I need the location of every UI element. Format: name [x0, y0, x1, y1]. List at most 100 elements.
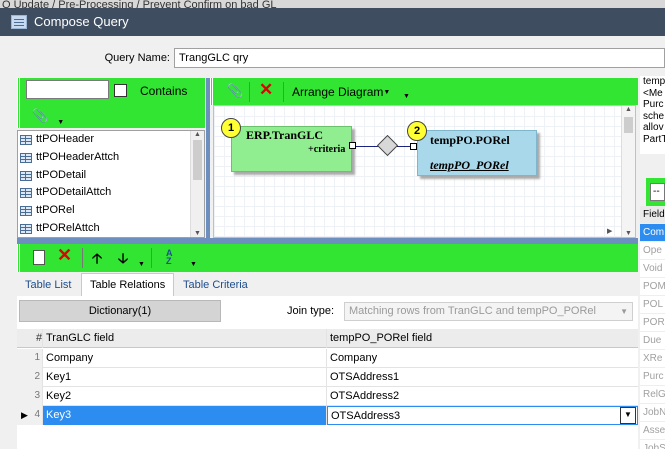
window-title: Compose Query: [34, 14, 129, 29]
field-list[interactable]: Field Com Ope Void POM POL POR Due XRe P…: [640, 206, 665, 449]
list-item[interactable]: XRe: [640, 350, 665, 368]
arrange-diagram-button[interactable]: Arrange Diagram▼: [292, 85, 390, 99]
scroll-right-icon[interactable]: ▶: [607, 227, 612, 235]
table-row[interactable]: 1 Company Company: [17, 349, 638, 368]
relations-grid[interactable]: # TranGLC field tempPO_PORel field 1 Com…: [17, 329, 638, 449]
chevron-down-icon[interactable]: ▼: [403, 93, 410, 100]
node-1-field[interactable]: +criteria: [308, 144, 345, 155]
description-line: <Me: [643, 87, 663, 99]
left-field-cell[interactable]: Key3: [43, 406, 327, 425]
scroll-up-icon[interactable]: ▲: [622, 106, 635, 113]
join-type-select[interactable]: Matching rows from TranGLC and tempPO_PO…: [344, 302, 633, 321]
list-item[interactable]: ttPOHeader: [18, 131, 204, 149]
tab-table-list[interactable]: Table List: [17, 274, 79, 296]
move-up-icon[interactable]: 🡡: [92, 248, 102, 272]
list-item[interactable]: POM: [640, 278, 665, 296]
description-line: allov: [643, 122, 664, 134]
list-item-label: ttPORelAttch: [36, 221, 100, 234]
toolbar-divider: [151, 248, 152, 268]
list-item[interactable]: ttPODetailAttch: [18, 184, 204, 202]
toolbar-divider: [82, 248, 83, 268]
chevron-down-icon[interactable]: ▼: [138, 261, 145, 268]
list-item-label: ttPOHeaderAttch: [36, 150, 120, 163]
row-number-header: #: [17, 329, 43, 348]
move-down-icon[interactable]: 🡣: [118, 248, 128, 272]
left-field-header[interactable]: TranGLC field: [43, 329, 327, 348]
toolbar-divider: [283, 82, 284, 102]
right-field-cell[interactable]: OTSAddress1: [327, 368, 638, 387]
list-item[interactable]: POR: [640, 314, 665, 332]
node-2-port[interactable]: [410, 143, 417, 150]
list-item[interactable]: JobS: [640, 440, 665, 449]
tab-table-criteria[interactable]: Table Criteria: [175, 274, 256, 296]
table-list[interactable]: ttPOHeader ttPOHeaderAttch ttPODetail tt…: [17, 130, 205, 238]
row-number: 1: [17, 349, 43, 368]
chevron-down-icon[interactable]: ▼: [620, 407, 636, 424]
left-field-cell[interactable]: Key2: [43, 387, 327, 406]
list-item-label: ttPODetailAttch: [36, 186, 112, 199]
table-list-scrollbar[interactable]: ▲ ▼: [190, 131, 204, 237]
list-item[interactable]: ttPORelAttch: [18, 220, 204, 237]
left-field-cell[interactable]: Company: [43, 349, 327, 368]
scrollbar-thumb[interactable]: [193, 140, 202, 180]
node-2-title: tempPO.PORel: [430, 133, 510, 147]
table-icon: [20, 188, 32, 199]
grid-header-row: # TranGLC field tempPO_PORel field: [17, 329, 638, 348]
scrollbar-thumb[interactable]: [624, 117, 633, 133]
join-type-value: Matching rows from TranGLC and tempPO_PO…: [349, 305, 596, 317]
query-window-icon: [11, 15, 27, 29]
list-item[interactable]: ttPODetail: [18, 167, 204, 185]
node-2-number-badge: 2: [407, 121, 427, 141]
table-search-input[interactable]: [26, 80, 109, 99]
delete-icon[interactable]: ✕: [57, 245, 72, 266]
list-item[interactable]: ttPORel: [18, 202, 204, 220]
diagram-vertical-scrollbar[interactable]: ▲ ▼: [621, 106, 635, 237]
row-number: ▶ 4: [17, 406, 43, 425]
table-row-selected[interactable]: ▶ 4 Key3 OTSAddress3 ▼: [17, 406, 638, 425]
new-document-icon[interactable]: [33, 250, 45, 265]
right-field-cell[interactable]: OTSAddress2: [327, 387, 638, 406]
list-item[interactable]: Com: [640, 224, 665, 242]
window-title-bar[interactable]: Compose Query: [0, 8, 665, 36]
left-field-cell[interactable]: Key1: [43, 368, 327, 387]
diagram-table-node-2[interactable]: tempPO.PORel tempPO_PORel: [417, 130, 537, 176]
right-field-header[interactable]: tempPO_PORel field: [327, 329, 638, 348]
query-name-input[interactable]: TrangGLC qry: [174, 48, 665, 68]
sort-az-icon[interactable]: AZ: [166, 249, 173, 266]
dictionary-button[interactable]: Dictionary(1): [19, 300, 221, 322]
list-item[interactable]: Ope: [640, 242, 665, 260]
list-item[interactable]: POL: [640, 296, 665, 314]
list-item-label: ttPOHeader: [36, 133, 95, 145]
right-field-combo[interactable]: OTSAddress3 ▼: [327, 406, 638, 425]
field-list-header: Field: [640, 206, 665, 224]
list-item[interactable]: Void: [640, 260, 665, 278]
scroll-up-icon[interactable]: ▲: [191, 131, 204, 138]
table-row[interactable]: 2 Key1 OTSAddress1: [17, 368, 638, 387]
list-item[interactable]: Asse: [640, 422, 665, 440]
list-item[interactable]: ttPOHeaderAttch: [18, 149, 204, 167]
list-item[interactable]: RelG: [640, 386, 665, 404]
tab-strip: Table List Table Relations Table Criteri…: [17, 272, 638, 296]
right-field-cell[interactable]: Company: [327, 349, 638, 368]
diagram-table-node-1[interactable]: ERP.TranGLC +criteria: [231, 126, 352, 172]
delete-icon[interactable]: ✕: [259, 80, 273, 100]
list-item[interactable]: Due: [640, 332, 665, 350]
chevron-down-icon[interactable]: ▼: [190, 261, 197, 268]
table-icon: [20, 152, 32, 163]
scroll-down-icon[interactable]: ▼: [191, 230, 204, 237]
table-row[interactable]: 3 Key2 OTSAddress2: [17, 387, 638, 406]
list-item[interactable]: Purc: [640, 368, 665, 386]
field-filter-combo[interactable]: --: [650, 183, 665, 201]
attach-dropdown-button[interactable]: 📎 ▼: [32, 108, 64, 126]
paperclip-icon[interactable]: 📎: [227, 83, 243, 99]
list-item[interactable]: JobN: [640, 404, 665, 422]
scroll-down-icon[interactable]: ▼: [622, 230, 635, 237]
node-1-port[interactable]: [349, 142, 356, 149]
row-number-text: 4: [34, 409, 40, 420]
tab-table-relations[interactable]: Table Relations: [81, 273, 175, 296]
contains-checkbox[interactable]: [114, 84, 127, 97]
right-field-value: OTSAddress3: [331, 410, 401, 422]
diagram-horizontal-scrollbar[interactable]: ▶: [214, 227, 621, 237]
chevron-down-icon: ▼: [57, 119, 65, 126]
arrange-diagram-label: Arrange Diagram: [292, 85, 384, 99]
